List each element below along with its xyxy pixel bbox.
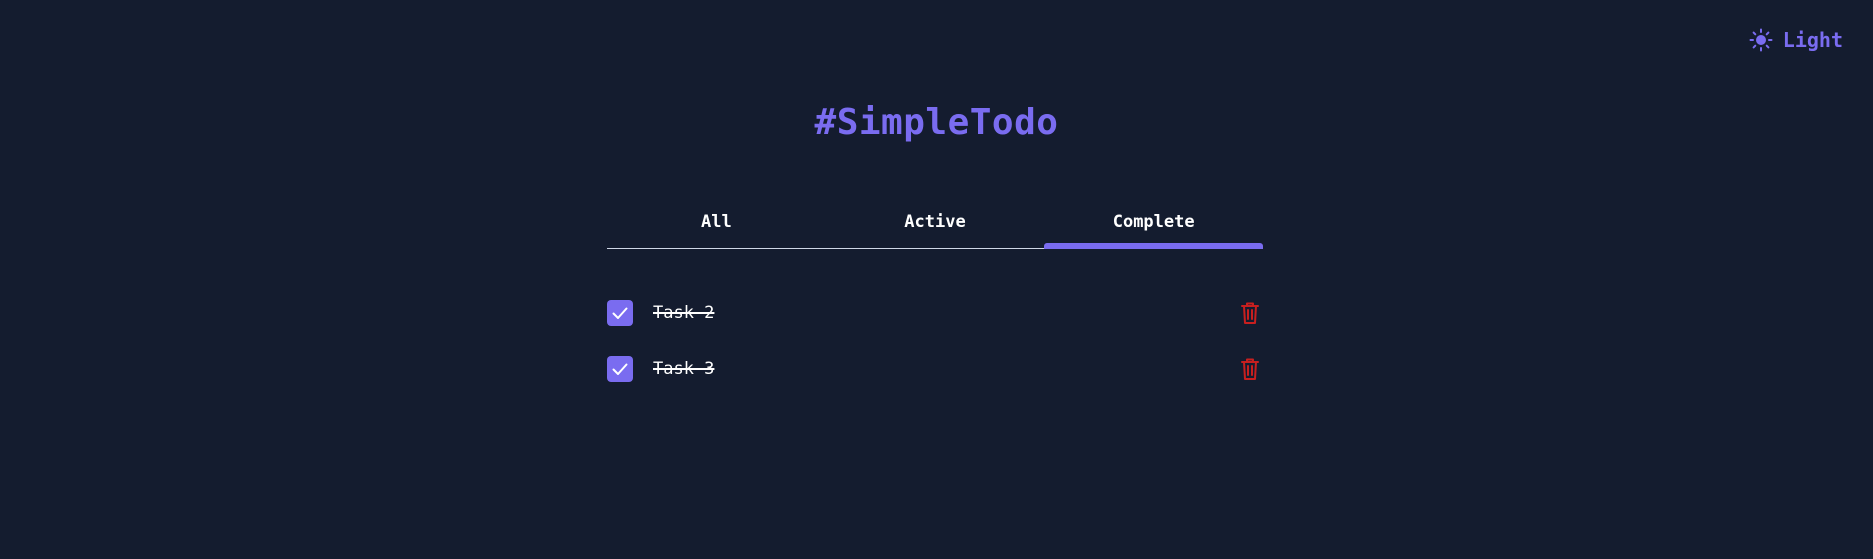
task-checkbox[interactable] [607,300,633,326]
trash-icon [1239,357,1261,381]
tab-complete[interactable]: Complete [1044,202,1263,249]
theme-toggle-button[interactable]: Light [1749,28,1843,52]
sun-icon [1749,28,1773,52]
task-row: Task 2 [607,285,1263,341]
task-row: Task 3 [607,341,1263,397]
task-label: Task 2 [653,303,715,323]
delete-task-button[interactable] [1237,300,1263,326]
delete-task-button[interactable] [1237,356,1263,382]
check-icon [610,303,630,323]
trash-icon [1239,301,1261,325]
check-icon [610,359,630,379]
app-root: Light #SimpleTodo All Active Complete Ta… [0,0,1873,559]
task-list: Task 2 Task 3 [607,285,1263,397]
task-checkbox[interactable] [607,356,633,382]
theme-toggle-label: Light [1782,28,1843,52]
tab-all[interactable]: All [607,202,826,248]
tab-active[interactable]: Active [826,202,1045,248]
page-title: #SimpleTodo [814,102,1059,143]
task-label: Task 3 [653,359,715,379]
filter-tabs: All Active Complete [607,202,1263,249]
todo-panel: All Active Complete Task 2 Task 3 [607,202,1263,397]
